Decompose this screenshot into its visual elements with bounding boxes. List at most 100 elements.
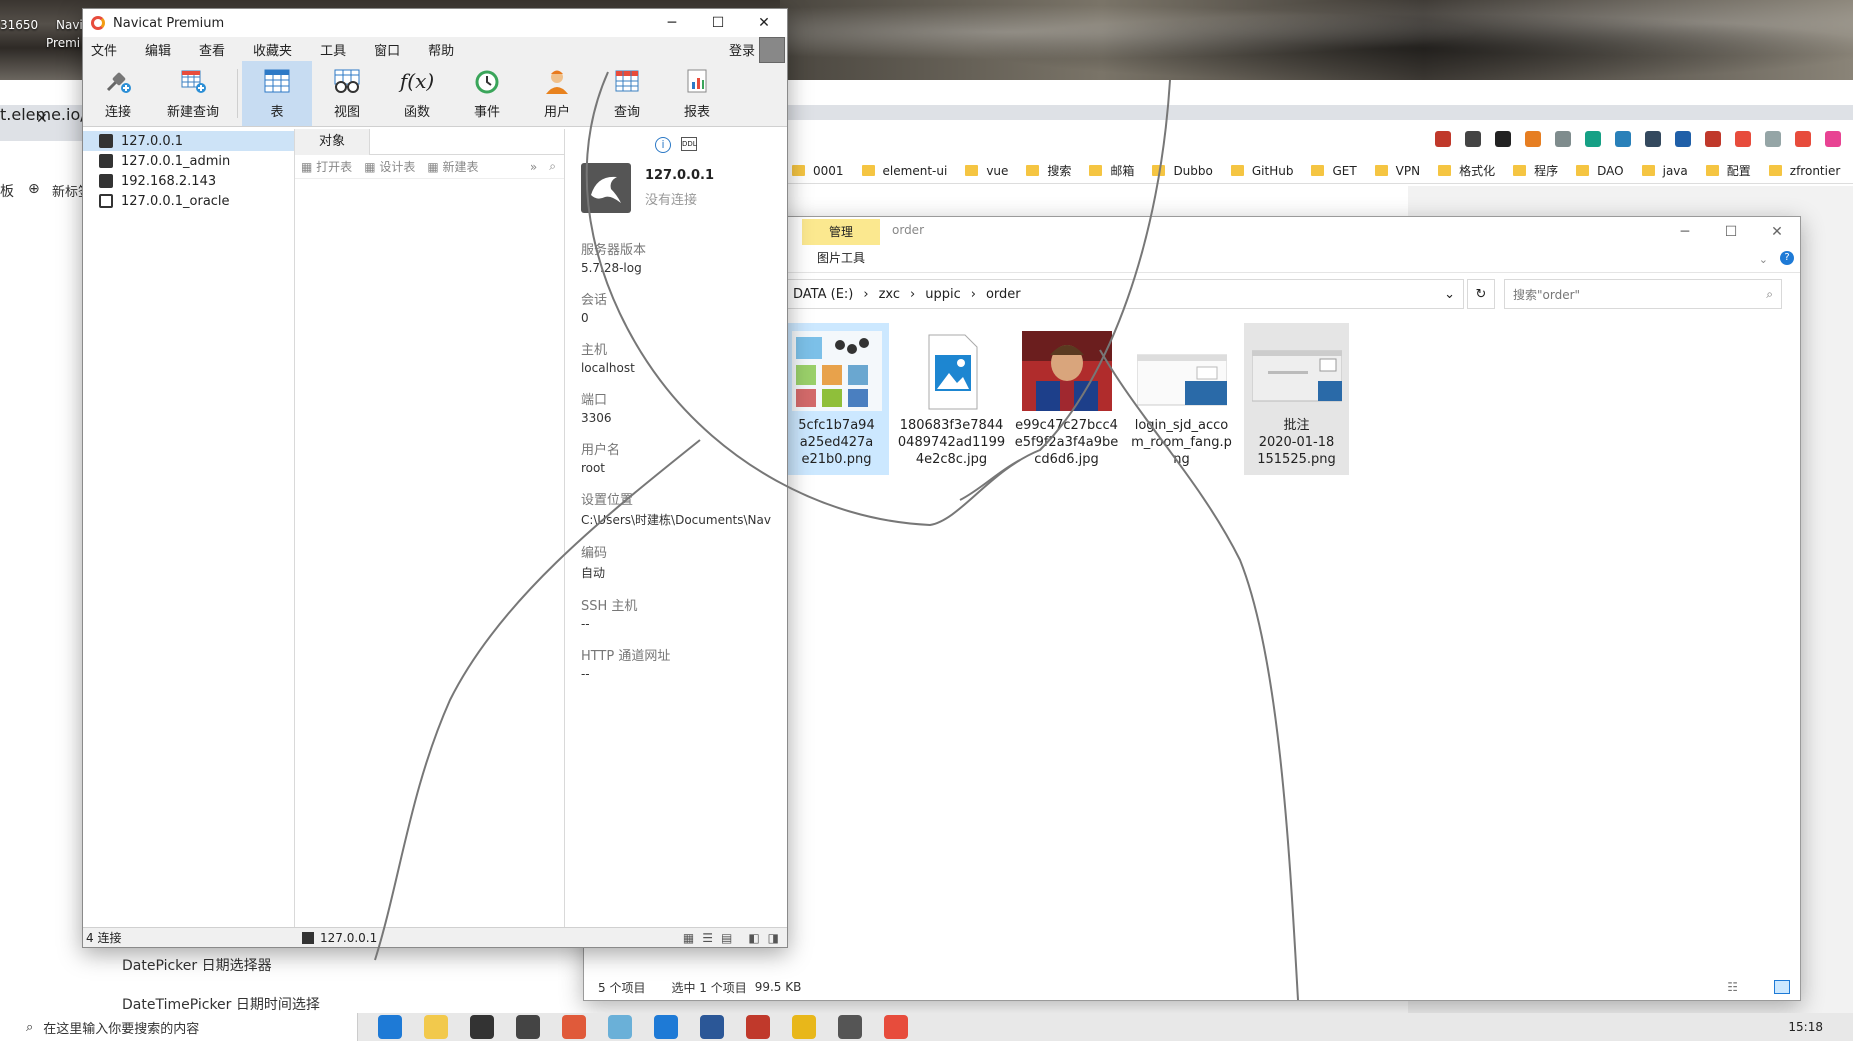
search-icon[interactable]: ⌕ xyxy=(1766,287,1773,302)
extension-icon[interactable] xyxy=(1615,131,1631,147)
list-view-icon[interactable]: ☰ xyxy=(702,931,713,945)
connection-item[interactable]: 127.0.0.1_admin xyxy=(83,151,294,171)
sidebar-item-datetimepicker[interactable]: DateTimePicker 日期时间选择 xyxy=(122,994,320,1014)
menu-favorites[interactable]: 收藏夹 xyxy=(253,40,292,59)
extension-icon[interactable] xyxy=(1765,131,1781,147)
info-icon[interactable]: i xyxy=(654,137,671,153)
tab-objects[interactable]: 对象 xyxy=(295,128,371,155)
details-view-icon[interactable]: ☷ xyxy=(1727,980,1738,994)
file-item[interactable]: 5cfc1b7a94 a25ed427a e21b0.png xyxy=(784,323,889,475)
function-button[interactable]: f(x) 函数 xyxy=(382,61,452,126)
expand-icon[interactable]: » xyxy=(530,160,537,174)
large-icons-view-icon[interactable] xyxy=(1774,980,1790,994)
extension-icon[interactable] xyxy=(1705,131,1721,147)
extension-icon[interactable] xyxy=(1585,131,1601,147)
picture-tools-tab[interactable]: 图片工具 xyxy=(802,245,880,271)
extension-icon[interactable] xyxy=(1675,131,1691,147)
bookmark-item[interactable]: zfrontier xyxy=(1768,164,1840,178)
taskbar-search-input[interactable]: ⌕ 在这里输入你要搜索的内容 xyxy=(0,1013,358,1041)
report-button[interactable]: 报表 xyxy=(662,61,732,126)
file-item[interactable]: 批注 2020-01-18 151525.png xyxy=(1244,323,1349,475)
extension-icon[interactable] xyxy=(1435,131,1451,147)
address-bar[interactable]: DATA (E:) › zxc › uppic › order ⌄ xyxy=(784,279,1464,309)
extension-icon[interactable] xyxy=(1495,131,1511,147)
bookmark-item[interactable]: 配置 xyxy=(1705,162,1751,179)
store-icon[interactable] xyxy=(470,1015,494,1039)
connect-button[interactable]: 连接 xyxy=(83,61,153,126)
desktop-icon-label[interactable]: Navi xyxy=(56,18,83,32)
bookmark-item[interactable]: java xyxy=(1641,164,1688,178)
maximize-button[interactable]: ☐ xyxy=(1708,217,1754,247)
help-icon[interactable]: ? xyxy=(1780,251,1794,265)
app-icon[interactable] xyxy=(608,1015,632,1039)
chevron-down-icon[interactable]: ⌄ xyxy=(1444,287,1455,302)
breadcrumb-folder[interactable]: order xyxy=(986,287,1021,302)
avatar[interactable] xyxy=(759,37,785,63)
app-icon[interactable] xyxy=(562,1015,586,1039)
table-button[interactable]: 表 xyxy=(242,61,312,126)
breadcrumb-folder[interactable]: uppic xyxy=(925,287,961,302)
ddl-icon[interactable]: DDL xyxy=(680,137,697,151)
desktop-icon-label[interactable]: 31650 xyxy=(0,18,38,32)
extension-icon[interactable] xyxy=(1525,131,1541,147)
login-link[interactable]: 登录 xyxy=(729,40,755,59)
app-icon[interactable] xyxy=(838,1015,862,1039)
grid-view-icon[interactable]: ▦ xyxy=(683,931,694,945)
bookmark-item[interactable]: 邮箱 xyxy=(1089,162,1134,179)
menu-window[interactable]: 窗口 xyxy=(374,40,400,59)
extension-icon[interactable] xyxy=(1555,131,1571,147)
file-explorer-icon[interactable] xyxy=(424,1015,448,1039)
breadcrumb-drive[interactable]: DATA (E:) xyxy=(793,287,853,302)
connection-item[interactable]: 192.168.2.143 xyxy=(83,171,294,191)
refresh-icon[interactable]: ↻ xyxy=(1467,279,1495,309)
bookmark-item[interactable]: 程序 xyxy=(1513,162,1558,179)
minimize-button[interactable]: ─ xyxy=(1662,217,1708,247)
bookmark-item[interactable]: DAO xyxy=(1576,164,1624,178)
menu-edit[interactable]: 编辑 xyxy=(145,40,171,59)
wps-icon[interactable] xyxy=(746,1015,770,1039)
chevron-down-icon[interactable]: ⌄ xyxy=(1759,253,1768,266)
bookmark-item[interactable]: GitHub xyxy=(1230,164,1293,178)
heart-icon[interactable] xyxy=(1825,131,1841,147)
menu-view[interactable]: 查看 xyxy=(199,40,225,59)
new-table-button[interactable]: ▦ 新建表 xyxy=(427,158,478,175)
file-item[interactable]: login_sjd_acco m_room_fang.p ng xyxy=(1129,323,1234,475)
event-button[interactable]: 事件 xyxy=(452,61,522,126)
desktop-icon-label[interactable]: Premi xyxy=(46,36,80,50)
bookmark-item[interactable]: GET xyxy=(1311,164,1357,178)
view-button[interactable]: 视图 xyxy=(312,61,382,126)
bookmark-item[interactable]: element-ui xyxy=(861,164,947,178)
edge-icon[interactable] xyxy=(378,1015,402,1039)
breadcrumb-folder[interactable]: zxc xyxy=(879,287,900,302)
search-icon[interactable]: ⌕ xyxy=(549,159,556,174)
new-query-button[interactable]: 新建查询 xyxy=(153,61,233,126)
word-icon[interactable] xyxy=(700,1015,724,1039)
file-item[interactable]: e99c47c27bcc4 e5f9f2a3f4a9be cd6d6.jpg xyxy=(1014,323,1119,475)
left-tab-label[interactable]: 板 xyxy=(0,181,14,201)
menu-file[interactable]: 文件 xyxy=(91,40,117,59)
star-icon[interactable] xyxy=(1465,131,1481,147)
chrome-icon[interactable] xyxy=(792,1015,816,1039)
bookmark-item[interactable]: 搜索 xyxy=(1026,162,1071,179)
mail-icon[interactable] xyxy=(516,1015,540,1039)
close-tab-icon[interactable]: ✕ xyxy=(36,111,48,127)
user-button[interactable]: 用户 xyxy=(522,61,592,126)
extension-icon[interactable] xyxy=(1645,131,1661,147)
panel-left-icon[interactable]: ◧ xyxy=(748,931,759,945)
close-button[interactable]: ✕ xyxy=(1754,217,1800,247)
panel-right-icon[interactable]: ◨ xyxy=(768,931,779,945)
connection-item[interactable]: 127.0.0.1_oracle xyxy=(83,191,294,211)
ie-icon[interactable] xyxy=(654,1015,678,1039)
taskbar-clock[interactable]: 15:18 xyxy=(1788,1020,1853,1034)
sidebar-item-datepicker[interactable]: DatePicker 日期选择器 xyxy=(122,955,272,975)
bookmark-item[interactable]: vue xyxy=(965,164,1008,178)
bookmark-item[interactable]: 0001 xyxy=(792,164,844,178)
query-button[interactable]: 查询 xyxy=(592,61,662,126)
bookmark-item[interactable]: Dubbo xyxy=(1152,164,1213,178)
navicat-icon[interactable] xyxy=(884,1015,908,1039)
extension-icon[interactable] xyxy=(1795,131,1811,147)
close-button[interactable]: ✕ xyxy=(741,9,787,37)
connection-item[interactable]: 127.0.0.1 xyxy=(83,131,295,151)
minimize-button[interactable]: ─ xyxy=(649,9,695,37)
manage-tab[interactable]: 管理 xyxy=(802,219,880,245)
